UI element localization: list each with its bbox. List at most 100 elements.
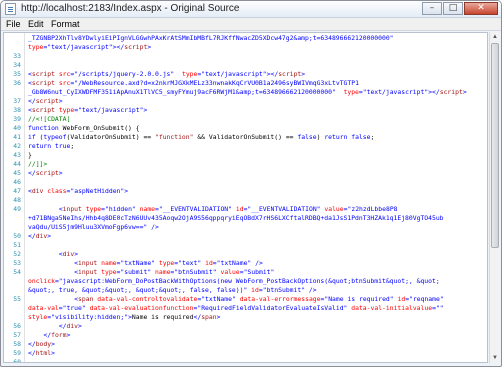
code-token: &quot;, true, &quot;&quot;, &quot;&quot;… <box>28 286 248 294</box>
line-number: 48 <box>13 196 21 204</box>
close-button[interactable]: ✕ <box>464 2 498 15</box>
code-text: </div> <box>28 232 51 241</box>
source-editor[interactable]: _TZGNBP2XhTlv8YDwlyiEiPIgnVLGGwhPAxKrAtS… <box>3 32 488 363</box>
code-token: > <box>301 70 306 78</box>
code-token: "reqname" <box>409 295 444 303</box>
code-token: && ValidatorOnSubmit() == <box>193 133 298 141</box>
code-token: > <box>462 88 467 96</box>
scroll-down-arrow-icon[interactable]: ▼ <box>490 353 500 363</box>
code-token: script <box>31 106 55 114</box>
line-number: 50 <box>13 232 21 240</box>
code-token: name <box>101 259 117 267</box>
code-token: < <box>28 259 79 267</box>
code-token: WebForm_OnSubmit() { <box>58 124 140 132</box>
code-token: > <box>51 340 55 348</box>
code-token: /> <box>147 223 159 231</box>
code-line: 38 <script type="text/javascript"> <box>4 106 487 115</box>
code-text: } <box>28 151 32 160</box>
code-line: _TZGNBP2XhTlv8YDwlyiEiPIgnVLGGwhPAxKrAtS… <box>4 34 487 43</box>
code-token: "txtName" <box>216 259 252 267</box>
code-token: script <box>35 169 59 177</box>
vertical-scrollbar[interactable]: ▲ ▼ <box>489 32 500 363</box>
code-text: </div> <box>28 322 82 331</box>
menu-edit[interactable]: Edit <box>28 19 44 29</box>
code-token: ></ <box>428 88 440 96</box>
code-token: "btnSubmit" <box>174 268 217 276</box>
code-token: if <box>28 133 36 141</box>
line-number: 37 <box>13 97 21 105</box>
code-line: 39 //<![CDATA[ <box>4 115 487 124</box>
menu-bar: File Edit Format <box>1 18 501 31</box>
code-line: 48 <box>4 196 487 205</box>
code-text: <div> <box>28 250 78 259</box>
code-text: <span data-val-controltovalidate="txtNam… <box>28 295 444 304</box>
code-token: > <box>47 232 52 240</box>
code-line: 60 <box>4 358 487 363</box>
code-token: div <box>66 322 79 330</box>
code-token: //]]> <box>28 160 48 168</box>
code-text: <div class="aspNetHidden"> <box>28 187 128 196</box>
maximize-button[interactable]: □ <box>443 2 463 15</box>
code-token: script <box>31 70 55 78</box>
code-token: script <box>278 70 302 78</box>
code-token: body <box>35 340 52 348</box>
code-token: "txtName" <box>120 259 156 267</box>
scroll-up-arrow-icon[interactable]: ▲ <box>490 32 500 42</box>
code-token: > <box>74 250 79 258</box>
code-token: "btnSubmit" <box>262 286 306 294</box>
code-line: &quot;, true, &quot;&quot;, &quot;&quot;… <box>4 286 487 295</box>
line-number: 54 <box>13 268 21 276</box>
code-text: _Gb8W6nut_CyIXWDFMF351iApAnuX1TlVC5_smyF… <box>28 88 467 97</box>
code-line: type="text/javascript"></script> <box>4 43 487 52</box>
code-line: 50 </div> <box>4 232 487 241</box>
code-token: "__EVENTVALIDATION" <box>158 205 232 213</box>
code-token: "text/javascript" <box>201 70 267 78</box>
code-line: style="visibility:hidden;">Name is requi… <box>4 313 487 322</box>
code-token: input <box>78 268 98 276</box>
code-token: </ <box>28 322 67 330</box>
code-token: data-val <box>28 304 59 312</box>
line-number: 46 <box>13 178 21 186</box>
code-text: <input type="submit" name="btnSubmit" va… <box>28 268 274 277</box>
code-token: "RequiredFieldValidatorEvaluateIsValid" <box>197 304 348 312</box>
code-token: "visibility:hidden;" <box>51 313 129 321</box>
code-line: 45 </script> <box>4 169 487 178</box>
code-token: > <box>216 313 221 321</box>
code-token: "text/javascript" <box>362 88 429 96</box>
code-text: </script> <box>28 169 63 178</box>
line-number: 60 <box>13 358 21 363</box>
code-line: 37 </script> <box>4 97 487 106</box>
code-text: </form> <box>28 331 70 340</box>
minimize-button[interactable]: – <box>422 2 442 15</box>
code-line: 53 <input name="txtName" type="text" id=… <box>4 259 487 268</box>
window-title: http://localhost:2183/Index.aspx - Origi… <box>21 3 240 14</box>
code-token: "Submit" <box>243 268 275 276</box>
code-line: 42 return true; <box>4 142 487 151</box>
code-token: class <box>47 187 67 195</box>
code-token: input <box>62 205 82 213</box>
menu-file[interactable]: File <box>6 19 21 29</box>
code-token: > <box>58 97 63 105</box>
line-number: 51 <box>13 241 21 249</box>
title-bar[interactable]: http://localhost:2183/Index.aspx - Origi… <box>1 1 501 18</box>
line-number: 58 <box>13 340 21 348</box>
line-number: 53 <box>13 259 21 267</box>
code-text: </script> <box>28 97 63 106</box>
line-number: 52 <box>13 250 21 258</box>
code-line: 33 <box>4 52 487 61</box>
code-text: type="text/javascript"></script> <box>28 43 151 52</box>
code-token: div <box>35 232 48 240</box>
code-token: style <box>28 313 48 321</box>
code-token: "text/javascript" <box>78 106 144 114</box>
code-token: html <box>35 349 52 357</box>
scrollbar-thumb[interactable] <box>491 43 499 248</box>
code-token: </ <box>28 232 36 240</box>
menu-format[interactable]: Format <box>51 19 80 29</box>
code-line: 41 if (typeof(ValidatorOnSubmit) == "func… <box>4 133 487 142</box>
line-number: 35 <box>13 70 21 78</box>
code-line: 43} <box>4 151 487 160</box>
code-text: onclick="javascript:WebForm_DoPostBackWi… <box>28 277 440 286</box>
code-line: vaQdu/UiS5jm9Hluu3XVmoFgp6vw==" /> <box>4 223 487 232</box>
